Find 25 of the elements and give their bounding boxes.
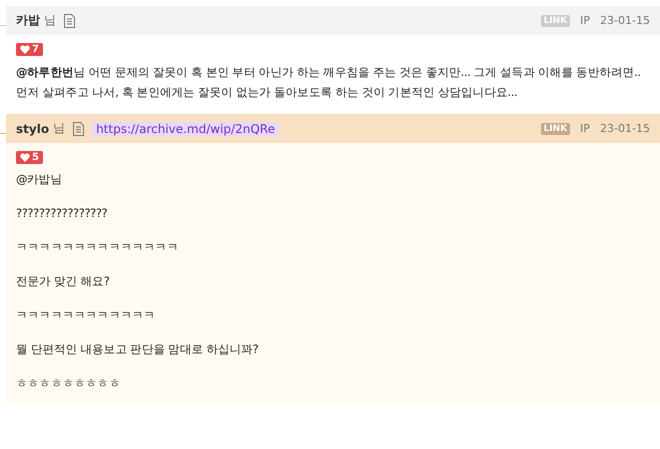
archive-link[interactable]: https://archive.md/wip/2nQRe [92,122,279,136]
heart-icon [20,45,30,54]
comment-text: 먼저 살펴주고 나서, 혹 본인에게는 잘못이 없는가 돌아보도록 하는 것이 기본적인 상담입니다요... [16,84,518,101]
author-name[interactable]: stylo [16,122,50,136]
honorific: 님 [53,120,66,137]
comment-text: ㅋㅋㅋㅋㅋㅋㅋㅋㅋㅋㅋㅋㅋㅋ [16,239,178,256]
author-name[interactable]: 카밥 [16,12,40,29]
comment-text: ???????????????? [16,205,108,222]
like-badge[interactable]: 7 [16,43,43,56]
comment-text: ㅎㅎㅎㅎㅎㅎㅎㅎㅎ [16,375,120,392]
comment-text: 뭘 단편적인 내용보고 판단을 맘대로 하십니꽈? [16,341,258,358]
document-icon[interactable] [64,14,75,28]
ip-label: IP [580,122,590,135]
heart-icon [20,153,30,162]
comment-date: 23-01-15 [600,14,650,27]
comment-text: @하루한번님 어떤 문제의 잘못이 혹 본인 부터 아닌가 하는 깨우침을 주는 것은 좋지만... 그게 설득과 이해를 동반하려면.. [16,64,641,81]
comment-text: ㅋㅋㅋㅋㅋㅋㅋㅋㅋㅋㅋㅋ [16,307,156,324]
comment-date: 23-01-15 [600,122,650,135]
honorific: 님 [44,12,56,29]
ip-label: IP [580,14,590,27]
comment-text: 전문가 맞긴 해요? [16,273,110,290]
like-badge[interactable]: 5 [16,151,43,164]
comment-text: @카밥님 [16,171,62,188]
document-icon[interactable] [73,122,84,136]
link-badge[interactable]: LINK [540,122,570,134]
